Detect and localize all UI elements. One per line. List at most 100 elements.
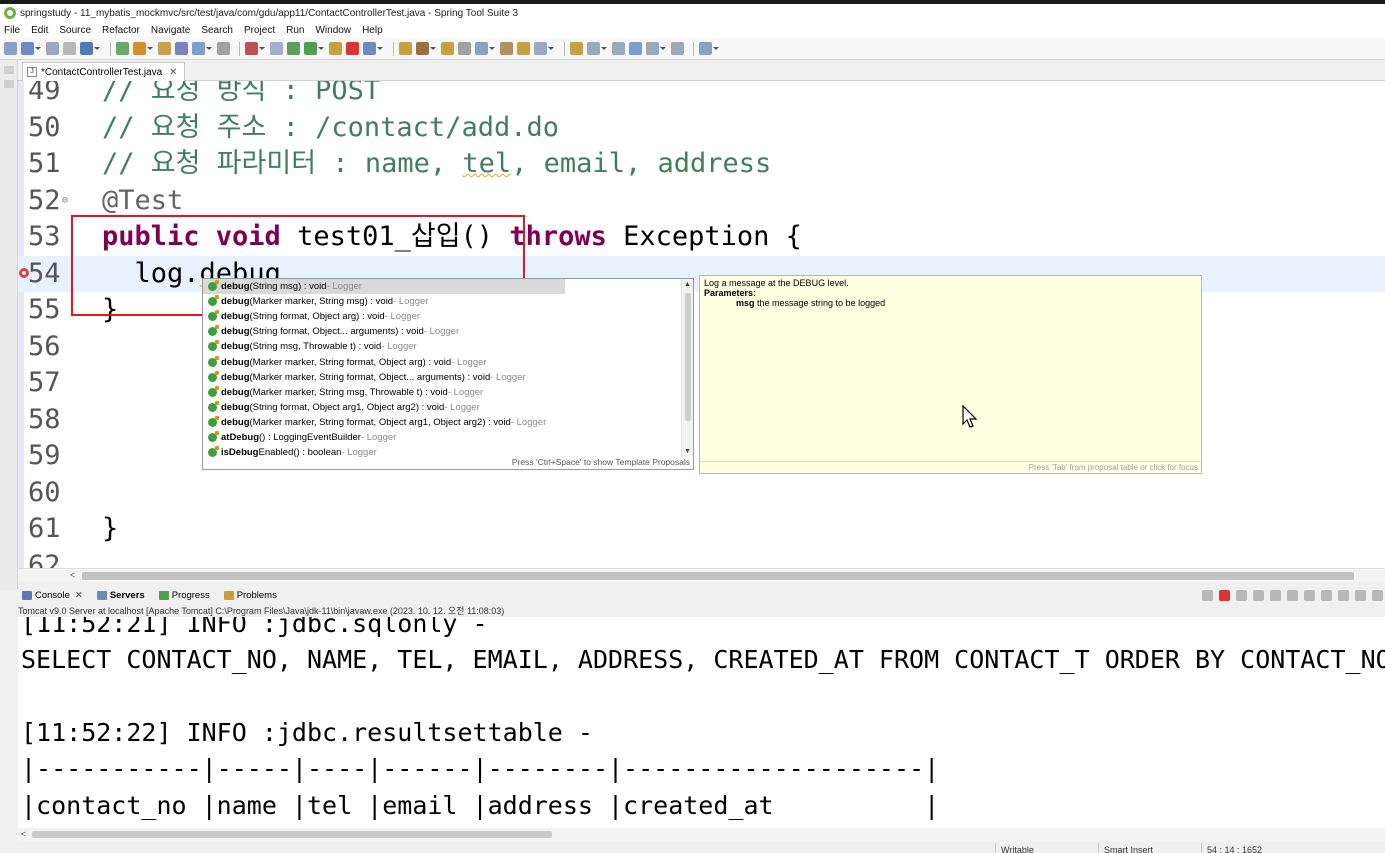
code-line[interactable]: 53 public void test01_삽입() throws Excepti… xyxy=(18,219,1385,255)
toolbar-button-icon[interactable] xyxy=(21,42,34,55)
proposal-item[interactable]: debug (String msg, Throwable t) : void - … xyxy=(203,339,683,354)
toolbar-button-icon[interactable] xyxy=(587,42,600,55)
menu-run[interactable]: Run xyxy=(286,25,304,36)
toolbar-button-icon[interactable] xyxy=(346,42,359,55)
menu-window[interactable]: Window xyxy=(315,25,351,36)
proposal-item[interactable]: debug (String format, Object arg1, Object… xyxy=(203,400,683,415)
toolbar-button-icon[interactable] xyxy=(133,42,146,55)
toolbar-button-icon[interactable] xyxy=(304,42,317,55)
word-wrap-icon[interactable] xyxy=(1304,590,1315,601)
console-horizontal-scrollbar[interactable]: < xyxy=(18,828,1385,841)
toolbar-button-icon[interactable] xyxy=(63,42,76,55)
proposal-list[interactable]: debug (String msg) : void - Logger debug (M… xyxy=(203,279,683,457)
code-line[interactable]: 62 xyxy=(18,548,1385,569)
open-console-icon[interactable] xyxy=(1355,590,1366,601)
display-console-icon[interactable] xyxy=(1338,590,1349,601)
console-tab-servers[interactable]: Servers xyxy=(93,590,145,601)
console-output[interactable]: [11:52:21] INFO :jdbc.sqlonly - SELECT CO… xyxy=(18,617,1385,828)
editor-tab-contact-controller-test[interactable]: J *ContactControllerTest.java ✕ xyxy=(22,62,185,81)
clear-console-icon[interactable] xyxy=(1270,590,1281,601)
menu-source[interactable]: Source xyxy=(59,25,91,36)
dropdown-arrow-icon[interactable] xyxy=(430,42,436,55)
toolbar-button-icon[interactable] xyxy=(192,42,205,55)
toolbar-button-icon[interactable] xyxy=(534,42,547,55)
toolbar-button-icon[interactable] xyxy=(363,42,376,55)
remove-launch-icon[interactable] xyxy=(1236,590,1247,601)
toolbar-button-icon[interactable] xyxy=(46,42,59,55)
toolbar-button-icon[interactable] xyxy=(671,42,684,55)
minimize-icon[interactable] xyxy=(1372,590,1383,601)
toolbar-button-icon[interactable] xyxy=(612,42,625,55)
menu-edit[interactable]: Edit xyxy=(31,25,48,36)
dropdown-arrow-icon[interactable] xyxy=(259,42,265,55)
pin-icon[interactable] xyxy=(1202,590,1213,601)
toolbar-button-icon[interactable] xyxy=(458,42,471,55)
scroll-up-icon[interactable]: ▲ xyxy=(684,281,691,288)
proposal-item[interactable]: debug (Marker marker, String msg, Throwab… xyxy=(203,385,683,400)
close-icon[interactable]: ✕ xyxy=(75,590,83,601)
scrollbar-thumb[interactable] xyxy=(32,831,552,838)
proposal-item[interactable]: debug (Marker marker, String format, Obje… xyxy=(203,370,683,385)
toolbar-button-icon[interactable] xyxy=(116,42,129,55)
menu-project[interactable]: Project xyxy=(244,25,275,36)
scrollbar-thumb[interactable] xyxy=(82,572,1354,580)
proposal-item[interactable]: debug (Marker marker, String format, Obje… xyxy=(203,415,683,430)
proposal-item[interactable]: debug (String format, Object... arguments… xyxy=(203,324,683,339)
toolbar-button-icon[interactable] xyxy=(217,42,230,55)
proposal-item[interactable]: debug (Marker marker, String msg) : void … xyxy=(203,294,683,309)
dropdown-arrow-icon[interactable] xyxy=(489,42,495,55)
code-line[interactable]: 52 ⊖ @Test xyxy=(18,183,1385,219)
remove-all-icon[interactable] xyxy=(1253,590,1264,601)
dropdown-arrow-icon[interactable] xyxy=(660,42,666,55)
fold-toggle-icon[interactable]: ⊖ xyxy=(62,183,68,219)
menu-refactor[interactable]: Refactor xyxy=(102,25,140,36)
toolbar-button-icon[interactable] xyxy=(287,42,300,55)
console-tab-progress[interactable]: Progress xyxy=(155,590,210,601)
toolbar-button-icon[interactable] xyxy=(4,42,17,55)
scrollbar-thumb[interactable] xyxy=(685,293,691,421)
menu-navigate[interactable]: Navigate xyxy=(151,25,190,36)
toolbar-button-icon[interactable] xyxy=(80,42,93,55)
toolbar-button-icon[interactable] xyxy=(629,42,642,55)
editor-horizontal-scrollbar[interactable]: < xyxy=(18,568,1385,582)
toolbar-button-icon[interactable] xyxy=(441,42,454,55)
code-line[interactable]: 61} xyxy=(18,511,1385,547)
menu-help[interactable]: Help xyxy=(362,25,383,36)
code-line[interactable]: 49 // 요청 방식 : POST xyxy=(18,81,1385,109)
toolbar-button-icon[interactable] xyxy=(399,42,412,55)
scroll-left-icon[interactable]: < xyxy=(70,569,75,582)
dropdown-arrow-icon[interactable] xyxy=(318,42,324,55)
javadoc-hover[interactable]: Log a message at the DEBUG level. Parame… xyxy=(699,275,1202,474)
scroll-lock-icon[interactable] xyxy=(1287,590,1298,601)
toolbar-button-icon[interactable] xyxy=(475,42,488,55)
toolbar-button-icon[interactable] xyxy=(270,42,283,55)
dropdown-arrow-icon[interactable] xyxy=(94,42,100,55)
toolbar-button-icon[interactable] xyxy=(517,42,530,55)
console-tab-console[interactable]: Console ✕ xyxy=(18,590,83,601)
toolbar-button-icon[interactable] xyxy=(699,42,712,55)
toolbar-button-icon[interactable] xyxy=(570,42,583,55)
menu-file[interactable]: File xyxy=(4,25,20,36)
menu-search[interactable]: Search xyxy=(201,25,233,36)
dropdown-arrow-icon[interactable] xyxy=(713,42,719,55)
terminate-icon[interactable] xyxy=(1219,590,1230,601)
toolbar-button-icon[interactable] xyxy=(245,42,258,55)
proposal-scrollbar[interactable]: ▲ ▼ xyxy=(681,279,693,457)
toolbar-button-icon[interactable] xyxy=(158,42,171,55)
dropdown-arrow-icon[interactable] xyxy=(548,42,554,55)
close-icon[interactable]: ✕ xyxy=(169,67,177,78)
dropdown-arrow-icon[interactable] xyxy=(206,42,212,55)
toolbar-button-icon[interactable] xyxy=(175,42,188,55)
error-marker-icon[interactable] xyxy=(19,267,29,278)
proposal-item[interactable]: atDebug() : LoggingEventBuilder - Logger xyxy=(203,430,683,445)
toolbar-button-icon[interactable] xyxy=(329,42,342,55)
dropdown-arrow-icon[interactable] xyxy=(377,42,383,55)
console-tab-problems[interactable]: Problems xyxy=(220,590,277,601)
dropdown-arrow-icon[interactable] xyxy=(35,42,41,55)
toolbar-button-icon[interactable] xyxy=(500,42,513,55)
minimized-view-icon[interactable] xyxy=(3,80,14,88)
minimized-view-icon[interactable] xyxy=(3,66,14,74)
toolbar-button-icon[interactable] xyxy=(416,42,429,55)
code-line[interactable]: 51 // 요청 파라미터 : name, tel, email, address xyxy=(18,146,1385,182)
scroll-left-icon[interactable]: < xyxy=(21,828,26,840)
